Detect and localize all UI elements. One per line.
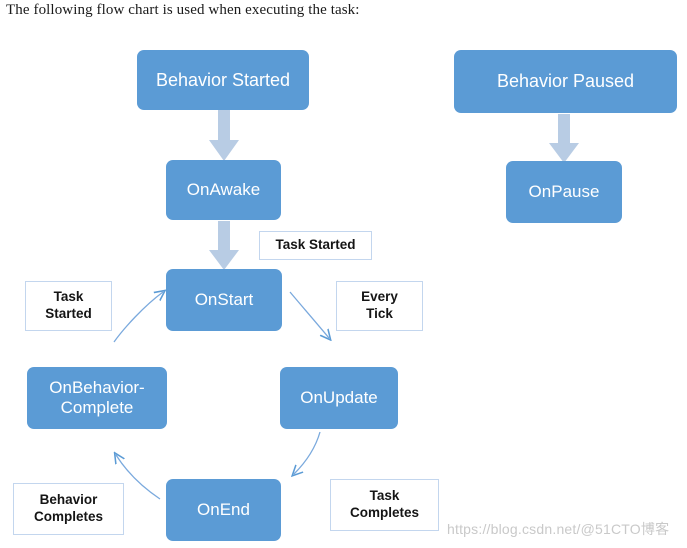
node-on-update[interactable]: OnUpdate	[280, 367, 398, 429]
node-on-awake-label: OnAwake	[186, 180, 261, 200]
block-arrow-started-to-awake	[209, 110, 239, 161]
node-on-pause-label: OnPause	[528, 182, 600, 202]
label-behavior-completes-line1: Behavior	[39, 492, 98, 508]
node-on-pause[interactable]: OnPause	[506, 161, 622, 223]
node-on-end-label: OnEnd	[197, 500, 250, 520]
node-on-update-label: OnUpdate	[300, 388, 378, 408]
label-task-started-top: Task Started	[259, 231, 372, 260]
node-on-start-label: OnStart	[194, 290, 254, 310]
node-on-behavior-complete-line2: Complete	[60, 398, 134, 417]
node-behavior-started[interactable]: Behavior Started	[137, 50, 309, 110]
node-behavior-paused-label: Behavior Paused	[496, 71, 635, 92]
label-task-started-top-text: Task Started	[275, 237, 356, 253]
node-behavior-paused[interactable]: Behavior Paused	[454, 50, 677, 113]
node-behavior-started-label: Behavior Started	[155, 69, 291, 90]
node-on-awake[interactable]: OnAwake	[166, 160, 281, 220]
label-task-completes: Task Completes	[330, 479, 439, 531]
node-on-behavior-complete-line1: OnBehavior-	[49, 378, 145, 398]
label-task-started-left: Task Started	[25, 281, 112, 331]
curve-arrow-start-to-update	[289, 291, 350, 352]
block-arrow-paused-to-onpause	[549, 114, 579, 163]
label-every-tick-line1: Every	[361, 289, 398, 305]
node-on-behavior-complete[interactable]: OnBehavior- Complete	[27, 367, 167, 429]
label-task-completes-line1: Task	[369, 488, 400, 504]
page-title: The following flow chart is used when ex…	[6, 2, 360, 18]
label-every-tick-line2: Tick	[366, 306, 393, 321]
node-on-start[interactable]: OnStart	[166, 269, 282, 331]
watermark: https://blog.csdn.net/@51CTO博客	[447, 521, 670, 537]
block-arrow-awake-to-start	[209, 221, 239, 270]
label-task-started-left-line1: Task	[53, 289, 84, 305]
label-task-started-left-line2: Started	[45, 306, 92, 321]
node-on-end[interactable]: OnEnd	[166, 479, 281, 541]
flowchart-canvas: The following flow chart is used when ex…	[0, 0, 687, 548]
label-behavior-completes-line2: Completes	[33, 509, 104, 524]
label-behavior-completes: Behavior Completes	[13, 483, 124, 535]
label-task-completes-line2: Completes	[349, 505, 420, 520]
curve-arrow-end-to-start	[113, 272, 172, 343]
